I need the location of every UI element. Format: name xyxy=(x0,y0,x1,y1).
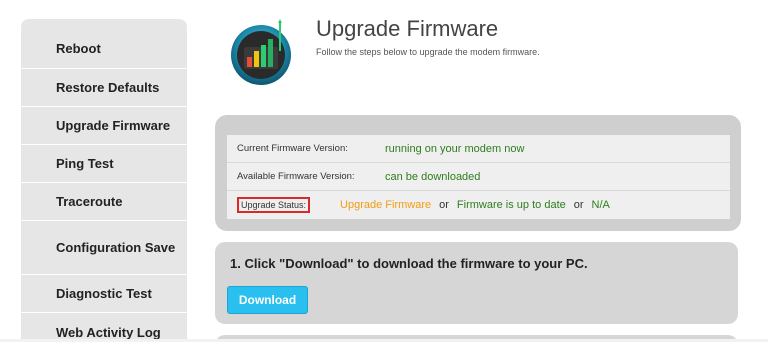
step-1-panel: 1. Click "Download" to download the firm… xyxy=(215,242,738,324)
sidebar-item-restore-defaults[interactable]: Restore Defaults xyxy=(21,69,187,107)
step-1-instruction: 1. Click "Download" to download the firm… xyxy=(230,256,588,271)
available-version-row: Available Firmware Version: can be downl… xyxy=(227,163,730,191)
page-title: Upgrade Firmware xyxy=(316,16,499,41)
page-subtitle: Follow the steps below to upgrade the mo… xyxy=(316,47,540,57)
page: Reboot Restore Defaults Upgrade Firmware… xyxy=(0,0,768,342)
sidebar-item-traceroute[interactable]: Traceroute xyxy=(21,183,187,221)
sidebar-item-label: Diagnostic Test xyxy=(56,286,152,301)
or-separator: or xyxy=(439,199,449,211)
sidebar-item-label: Ping Test xyxy=(56,156,114,171)
available-version-label: Available Firmware Version: xyxy=(237,171,355,182)
upgrade-status-option-upgrade: Upgrade Firmware xyxy=(340,199,432,211)
available-version-value: can be downloaded xyxy=(385,170,481,183)
current-version-value: running on your modem now xyxy=(385,142,525,155)
sidebar-item-upgrade-firmware[interactable]: Upgrade Firmware xyxy=(21,107,187,145)
current-version-label: Current Firmware Version: xyxy=(237,143,348,154)
sidebar-item-label: Restore Defaults xyxy=(56,80,160,95)
sidebar-item-label: Reboot xyxy=(56,41,101,56)
sidebar-item-configuration-save[interactable]: Configuration Save xyxy=(21,221,187,275)
sidebar: Reboot Restore Defaults Upgrade Firmware… xyxy=(21,19,187,342)
firmware-upgrade-icon xyxy=(228,17,298,87)
upgrade-status-option-up-to-date: Firmware is up to date xyxy=(456,199,566,211)
sidebar-item-label: Configuration Save xyxy=(56,240,176,255)
firmware-status-panel: Current Firmware Version: running on you… xyxy=(215,115,741,231)
sidebar-item-label: Traceroute xyxy=(56,194,123,209)
sidebar-item-label: Upgrade Firmware xyxy=(56,118,171,133)
download-button[interactable]: Download xyxy=(227,286,308,314)
sidebar-item-web-activity-log[interactable]: Web Activity Log xyxy=(21,313,187,342)
sidebar-item-reboot[interactable]: Reboot xyxy=(21,19,187,69)
or-separator: or xyxy=(573,199,584,211)
sidebar-item-label: Web Activity Log xyxy=(56,324,161,340)
firmware-status-table: Current Firmware Version: running on you… xyxy=(227,135,730,219)
upgrade-status-row: Upgrade Status: Upgrade Firmware or Firm… xyxy=(227,191,730,219)
upgrade-status-label: Upgrade Status: xyxy=(237,197,311,213)
sidebar-item-diagnostic-test[interactable]: Diagnostic Test xyxy=(21,275,187,313)
sidebar-item-ping-test[interactable]: Ping Test xyxy=(21,145,187,183)
upgrade-status-option-na: N/A xyxy=(591,199,610,211)
current-version-row: Current Firmware Version: running on you… xyxy=(227,135,730,163)
